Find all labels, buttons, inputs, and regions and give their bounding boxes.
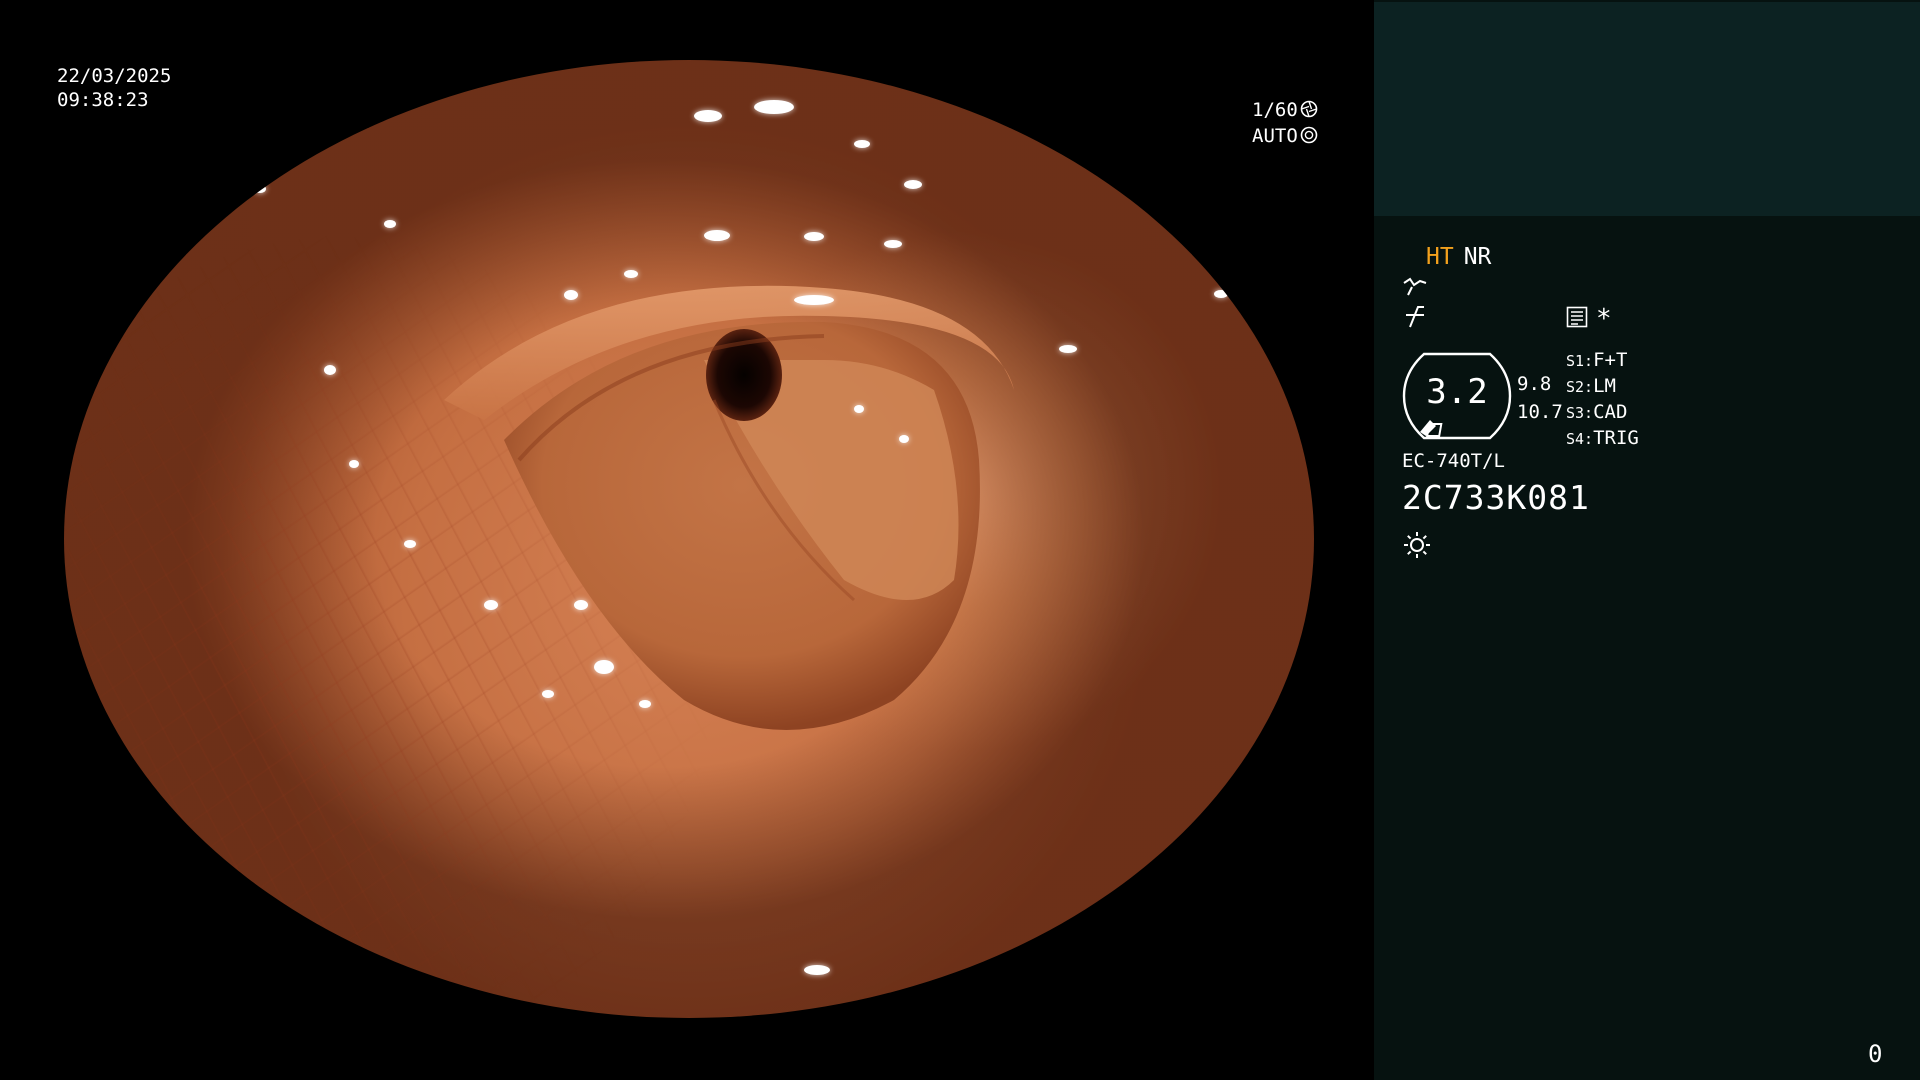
star-mark: * [1596, 304, 1612, 334]
datetime-overlay: 22/03/2025 09:38:23 [57, 64, 171, 112]
aperture-icon [1300, 100, 1318, 124]
specular-highlight [794, 295, 834, 305]
zoom-side-values: 9.8 10.7 [1517, 370, 1563, 426]
switch-value: TRIG [1593, 427, 1639, 449]
specular-highlight [1059, 345, 1077, 353]
exposure-mode-text: AUTO [1252, 125, 1298, 147]
zoom-side-value: 10.7 [1517, 401, 1563, 423]
zoom-badge: 3.2 [1402, 352, 1512, 440]
switch-row: S3:CAD [1566, 400, 1639, 426]
specular-highlight [904, 180, 922, 189]
switch-value: CAD [1593, 401, 1628, 423]
mode-nr: NR [1463, 244, 1492, 270]
zoom-side-value: 9.8 [1517, 373, 1552, 395]
scope-switch-list: S1:F+T S2:LM S3:CAD S4:TRIG [1566, 348, 1639, 452]
sun-icon [1402, 530, 1432, 564]
specular-highlight [639, 700, 651, 708]
switch-row: S1:F+T [1566, 348, 1639, 374]
patient-info-box [1374, 2, 1920, 216]
scope-model: EC-740T/L [1402, 450, 1505, 472]
mode-indicators: HT NR [1426, 244, 1491, 270]
specular-highlight [349, 460, 359, 468]
specular-highlight [574, 600, 588, 610]
time-text: 09:38:23 [57, 89, 149, 111]
specular-highlight [1214, 290, 1228, 298]
specular-highlight [754, 100, 794, 114]
switch-value: LM [1593, 375, 1616, 397]
menu-list-icon [1566, 306, 1588, 332]
specular-highlight [324, 365, 336, 375]
specular-highlight [344, 80, 364, 90]
shutter-speed-text: 1/60 [1252, 99, 1298, 121]
frame-counter: 0 [1868, 1040, 1883, 1068]
specular-highlight [404, 540, 416, 548]
specular-highlight [694, 110, 722, 122]
structure-icon [1402, 305, 1428, 333]
enhance-curve-icon [1402, 275, 1428, 301]
specular-highlight [899, 435, 909, 443]
switch-row: S4:TRIG [1566, 426, 1639, 452]
shutter-row: 1/60 [1252, 98, 1318, 124]
date-text: 22/03/2025 [57, 65, 172, 87]
exposure-row: AUTO [1252, 124, 1318, 150]
endoscope-image [64, 60, 1314, 1018]
switch-row: S2:LM [1566, 374, 1639, 400]
specular-highlight [804, 232, 824, 241]
exposure-overlay: 1/60 AUTO [1252, 98, 1318, 150]
endoscope-view-area: 22/03/2025 09:38:23 1/60 AUTO [0, 0, 1374, 1080]
scope-serial-number: 2C733K081 [1402, 478, 1590, 517]
specular-highlight [854, 140, 870, 148]
iris-icon [1300, 126, 1318, 150]
endoscopy-monitor: 22/03/2025 09:38:23 1/60 AUTO HT NR * 3.… [0, 0, 1920, 1080]
zoom-value: 3.2 [1426, 372, 1488, 412]
specular-highlight [542, 690, 554, 698]
info-panel: HT NR * 3.2 9.8 10.7 S1:F+T S2:LM S3:CAD… [1374, 0, 1920, 1080]
specular-highlight [564, 290, 578, 300]
specular-highlight [704, 230, 730, 241]
specular-highlight [804, 965, 830, 975]
switch-key: S4: [1566, 430, 1594, 448]
switch-key: S2: [1566, 378, 1594, 396]
specular-highlight [624, 270, 638, 278]
switch-key: S1: [1566, 352, 1594, 370]
switch-value: F+T [1593, 349, 1628, 371]
mode-ht: HT [1426, 244, 1454, 270]
specular-highlight [854, 405, 864, 413]
specular-highlight [384, 220, 396, 228]
specular-highlight [884, 240, 902, 248]
colon-fold-drawing [444, 285, 1014, 730]
specular-highlight [594, 660, 614, 674]
switch-key: S3: [1566, 404, 1594, 422]
specular-highlight [254, 185, 266, 193]
specular-highlight [484, 600, 498, 610]
